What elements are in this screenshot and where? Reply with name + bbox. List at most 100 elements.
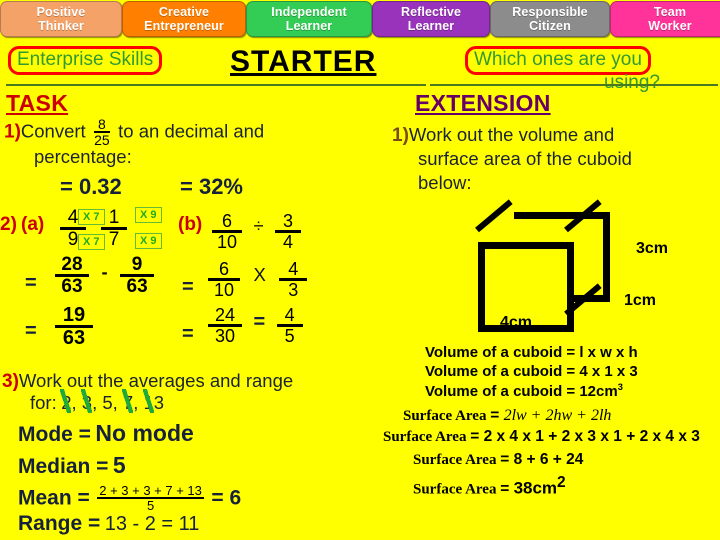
fraction-numerator: 2 + 3 + 3 + 7 + 13: [99, 483, 202, 498]
surface-area-label: Surface Area: [413, 452, 501, 468]
skill-tab-team[interactable]: Team Worker: [610, 1, 720, 37]
extension-q1-line3: below:: [418, 172, 472, 193]
q2a-result1-fraction2: 9 63: [120, 255, 155, 297]
q2a-tag-top-1: X 7: [78, 209, 105, 225]
cuboid-depth-label: 1cm: [624, 292, 657, 309]
fraction-denominator: 10: [208, 278, 240, 300]
task-q3-number: 3): [2, 371, 19, 392]
surface-area-term: 24: [566, 451, 584, 468]
q3-value: 5: [102, 392, 113, 413]
task-q2-part-a-label: (a): [21, 214, 45, 235]
skill-tab-line1: Responsible: [512, 5, 588, 19]
task-q1-answer-percent: = 32%: [180, 174, 243, 199]
fraction-denominator: 63: [55, 274, 89, 297]
task-q3-for-label: for:: [30, 392, 57, 413]
skill-tab-line2: Worker: [648, 19, 692, 33]
q2b-eq3: =: [253, 311, 266, 334]
fraction-numerator: 6: [218, 259, 229, 279]
q2a-eq2: =: [25, 320, 37, 342]
task-q2b-row3: 24 30 = 4 5: [208, 306, 303, 346]
fraction-denominator: 7: [101, 227, 128, 250]
q2a-eq1: =: [25, 272, 37, 294]
skill-tab-independent[interactable]: Independent Learner: [246, 1, 372, 37]
skill-tab-responsible[interactable]: Responsible Citizen: [490, 1, 610, 37]
volume-line-1: Volume of a cuboid = l x w x h: [425, 344, 638, 361]
q2b-result1-fraction2: 4 3: [279, 260, 308, 300]
task-q3-values-row: for: 2, 3, 5, 7, 13: [30, 389, 165, 414]
q2a-tag-bot-1: X 7: [78, 234, 105, 250]
mode-value: No mode: [95, 420, 194, 446]
fraction-numerator: 3: [283, 211, 294, 231]
fraction-denominator: 63: [120, 274, 155, 297]
task-q2-part-b-label: (b): [178, 214, 203, 235]
skill-tab-creative[interactable]: Creative Entrepreneur: [122, 1, 246, 37]
enterprise-skills-label: Enterprise Skills: [8, 46, 163, 75]
skill-tab-line2: Learner: [407, 19, 455, 33]
surface-area-value: 38cm: [513, 478, 558, 498]
q2a-fraction-2: 1 7: [101, 208, 128, 250]
divider-right: [430, 84, 718, 86]
skill-tab-line1: Independent: [271, 5, 347, 19]
volume-line-3: Volume of a cuboid = 12cm3: [425, 382, 623, 400]
extension-q1-text1: Work out the volume and: [408, 124, 615, 145]
fraction-numerator: 24: [214, 305, 236, 325]
q2a-tag-bot-2: X 9: [135, 233, 162, 249]
volume-line-value: l x w x h: [579, 344, 638, 361]
fraction-denominator: 5: [276, 324, 303, 346]
mode-label: Mode =: [18, 423, 91, 446]
volume-exponent: 3: [617, 382, 623, 392]
volume-line-value: 12cm: [579, 383, 618, 400]
fraction-denominator: 5: [97, 497, 204, 512]
skill-tab-line2: Thinker: [38, 19, 84, 33]
skill-tab-bar: Positive Thinker Creative Entrepreneur Indep…: [0, 0, 720, 38]
surface-area-plus: +: [543, 428, 562, 445]
surface-area-exponent: 2: [557, 474, 566, 491]
volume-line-value: 4 x 1 x 3: [579, 363, 638, 380]
skill-tab-positive[interactable]: Positive Thinker: [0, 1, 122, 37]
skill-tab-reflective[interactable]: Reflective Learner: [372, 1, 490, 37]
skill-tab-line1: Team: [653, 5, 687, 19]
which-ones-line2: using?: [604, 72, 660, 93]
fraction-numerator: 28: [61, 254, 83, 275]
starter-title: STARTER: [230, 45, 377, 78]
surface-area-line-1: Surface Area = 2lw + 2hw + 2lh: [403, 407, 611, 425]
task-q3-values: 2, 3, 5, 7, 13: [60, 389, 165, 413]
q3-value: 7: [121, 389, 134, 413]
task-q1-fraction: 8 25: [94, 117, 110, 148]
extension-q1-line2: surface area of the cuboid: [418, 148, 632, 169]
surface-area-plus: +: [522, 451, 540, 468]
surface-area-plus: +: [548, 451, 567, 468]
fraction-numerator: 6: [221, 211, 232, 231]
q2b-operator: ÷: [253, 215, 264, 237]
mean-value: = 6: [211, 486, 242, 510]
fraction-denominator: 30: [208, 324, 242, 346]
cuboid-height-label: 3cm: [636, 240, 669, 257]
surface-area-term: 2 x 3 x 1: [561, 428, 622, 445]
volume-line-label: Volume of a cuboid =: [425, 344, 580, 361]
extension-q1-number: 1): [392, 125, 409, 146]
volume-line-2: Volume of a cuboid = 4 x 1 x 3: [425, 363, 638, 380]
surface-area-formula: 2lw + 2hw + 2lh: [503, 407, 612, 424]
task-q1-number: 1): [4, 121, 21, 143]
task-q2b-row1: 6 10 ÷ 3 4: [212, 211, 302, 252]
fraction-denominator: 4: [275, 230, 302, 252]
task-q3-mode-row: Mode = No mode: [18, 420, 194, 447]
q2b-result2-fraction1: 24 30: [208, 306, 242, 346]
surface-area-equals: =: [490, 407, 504, 424]
slide-canvas: Positive Thinker Creative Entrepreneur Indep…: [0, 0, 720, 540]
mean-fraction: 2 + 3 + 3 + 7 + 13 5: [97, 484, 204, 513]
q2b-eq1: =: [182, 276, 194, 298]
q2a-row3: 19 63: [55, 305, 93, 349]
task-q2-number: 2): [0, 214, 17, 235]
extension-title: EXTENSION: [415, 90, 551, 116]
surface-area-term: 2 x 4 x 1: [483, 428, 544, 445]
q2b-result1-fraction1: 6 10: [208, 260, 240, 300]
surface-area-equals: =: [500, 480, 514, 498]
task-q2b-row2: 6 10 X 4 3: [208, 260, 308, 300]
task-q1-text-before: Convert: [20, 120, 86, 142]
surface-area-line-3: Surface Area = 8 + 6 + 24: [413, 451, 583, 469]
skill-tab-line1: Creative: [158, 5, 210, 19]
range-label: Range =: [18, 512, 101, 535]
q2b-result-operator: X: [253, 264, 266, 286]
fraction-numerator: 8: [98, 116, 106, 132]
